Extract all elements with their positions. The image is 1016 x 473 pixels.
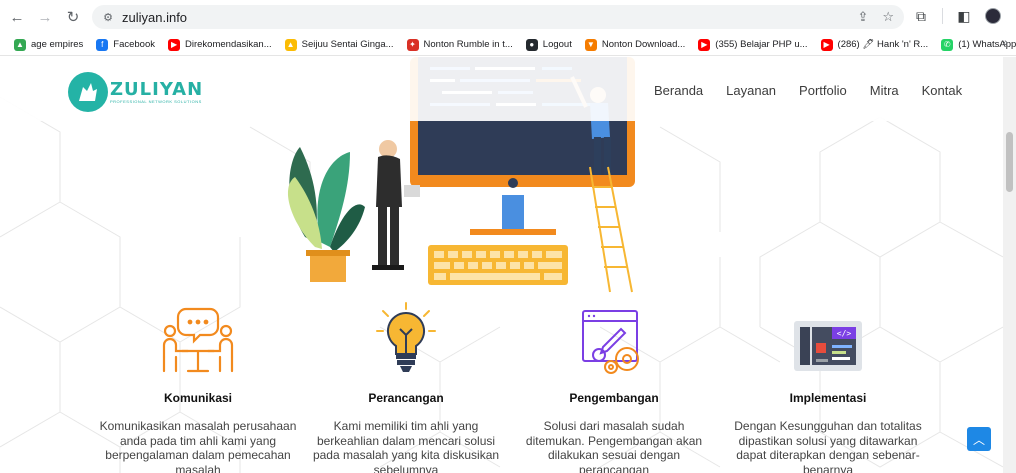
- youtube-icon: ▶: [698, 38, 711, 51]
- implementation-icon: </>: [728, 297, 928, 377]
- service-text: Dengan Kesungguhan dan totalitas dipasti…: [734, 419, 922, 473]
- bookmark-item[interactable]: ▶ (286) 🖊 Hank 'n' R...: [820, 38, 929, 51]
- services-section: Komunikasi Komunikasikan masalah perusah…: [0, 297, 1003, 473]
- service-title: Pengembangan: [569, 391, 659, 405]
- bookmark-item[interactable]: ▲ age empires: [14, 38, 84, 51]
- service-text: Solusi dari masalah sudah ditemukan. Pen…: [525, 419, 703, 473]
- discussion-icon: [98, 297, 298, 377]
- bookmark-item[interactable]: ▼ Nonton Download...: [584, 38, 686, 51]
- youtube-icon: ▶: [168, 38, 181, 51]
- service-implementasi: </> Implementasi Dengan Kesungguhan dan …: [728, 297, 928, 473]
- site-settings-icon[interactable]: ⚙: [100, 9, 116, 25]
- service-text: Kami memiliki tim ahli yang berkeahlian …: [312, 419, 500, 473]
- bookmark-label: Nonton Download...: [601, 39, 686, 50]
- bookmark-label: (286) 🖊 Hank 'n' R...: [837, 39, 929, 50]
- logo-title: ZULIYAN: [110, 78, 204, 100]
- bookmark-item[interactable]: ✦ Nonton Rumble in t...: [406, 38, 513, 51]
- logo-subtitle: PROFESSIONAL NETWORK SOLUTIONS: [110, 98, 202, 104]
- back-to-top-button[interactable]: ︿: [967, 427, 991, 451]
- github-icon: ●: [525, 38, 538, 51]
- wolf-logo-icon: [68, 72, 108, 112]
- nav-kontak[interactable]: Kontak: [922, 83, 962, 98]
- download-icon: ▼: [584, 38, 597, 51]
- bookmark-item[interactable]: ▶ Direkomendasikan...: [168, 38, 272, 51]
- youtube-icon: ▶: [820, 38, 833, 51]
- bookmark-label: Facebook: [113, 39, 156, 50]
- bookmark-label: (355) Belajar PHP u...: [715, 39, 808, 50]
- address-bar[interactable]: ⚙ zuliyan.info ⇪ ☆: [92, 5, 904, 29]
- bookmarks-overflow-button[interactable]: »: [1002, 37, 1008, 49]
- plant: [287, 147, 365, 282]
- url-text[interactable]: zuliyan.info: [122, 10, 187, 25]
- browser-toolbar: ← → ↻ ⚙ zuliyan.info ⇪ ☆ ⧉ ◧ ⋮: [0, 0, 1016, 34]
- bookmark-item[interactable]: f Facebook: [96, 38, 156, 51]
- whatsapp-icon: ✆: [941, 38, 954, 51]
- bookmark-label: Nonton Rumble in t...: [423, 39, 513, 50]
- bookmark-label: age empires: [31, 39, 84, 50]
- lightbulb-icon: [306, 297, 506, 377]
- profile-avatar[interactable]: [985, 8, 1001, 24]
- scrollbar-thumb[interactable]: [1006, 132, 1013, 192]
- site-header: ZULIYAN PROFESSIONAL NETWORK SOLUTIONS B…: [0, 57, 1003, 121]
- service-title: Perancangan: [368, 391, 444, 405]
- nav-mitra[interactable]: Mitra: [870, 83, 899, 98]
- nav-beranda[interactable]: Beranda: [654, 83, 703, 98]
- forward-icon[interactable]: →: [34, 6, 56, 28]
- page-scrollbar[interactable]: [1003, 57, 1016, 473]
- service-title: Komunikasi: [163, 391, 232, 405]
- service-text: Komunikasikan masalah perusahaan anda pa…: [99, 419, 297, 473]
- svg-text:</>: </>: [837, 329, 852, 338]
- bookmark-item[interactable]: ▲ Seijuu Sentai Ginga...: [284, 38, 394, 51]
- keyboard: [428, 245, 568, 285]
- development-icon: [514, 297, 714, 377]
- share-icon[interactable]: ⇪: [857, 9, 868, 25]
- bookmark-item[interactable]: ● Logout: [525, 38, 572, 51]
- facebook-icon: f: [96, 38, 109, 51]
- film-icon: ✦: [406, 38, 419, 51]
- bookmark-star-icon[interactable]: ☆: [882, 9, 894, 25]
- bookmark-label: Logout: [542, 39, 572, 50]
- reload-icon[interactable]: ↻: [62, 6, 84, 28]
- toolbar-divider: [942, 8, 943, 24]
- main-nav: Beranda Layanan Portfolio Mitra Kontak: [654, 83, 985, 98]
- service-perancangan: Perancangan Kami memiliki tim ahli yang …: [306, 297, 506, 473]
- side-panel-icon[interactable]: ◧: [955, 6, 973, 26]
- bookmark-item[interactable]: ▶ (355) Belajar PHP u...: [698, 38, 808, 51]
- bookmark-label: Direkomendasikan...: [185, 39, 272, 50]
- web-page: ZULIYAN PROFESSIONAL NETWORK SOLUTIONS B…: [0, 57, 1003, 473]
- chevron-up-icon: ︿: [972, 432, 985, 447]
- nav-layanan[interactable]: Layanan: [726, 83, 776, 98]
- nav-portfolio[interactable]: Portfolio: [799, 83, 847, 98]
- extensions-icon[interactable]: ⧉: [912, 6, 930, 26]
- bookmark-label: Seijuu Sentai Ginga...: [301, 39, 394, 50]
- back-icon[interactable]: ←: [6, 6, 28, 28]
- service-komunikasi: Komunikasi Komunikasikan masalah perusah…: [98, 297, 298, 473]
- bookmarks-bar: ▲ age empires f Facebook ▶ Direkomendasikan..…: [0, 34, 1016, 56]
- service-pengembangan: Pengembangan Solusi dari masalah sudah d…: [514, 297, 714, 473]
- site-logo[interactable]: ZULIYAN PROFESSIONAL NETWORK SOLUTIONS: [68, 72, 203, 112]
- service-title: Implementasi: [789, 391, 867, 405]
- drive-icon: ▲: [284, 38, 297, 51]
- drive-icon: ▲: [14, 38, 26, 51]
